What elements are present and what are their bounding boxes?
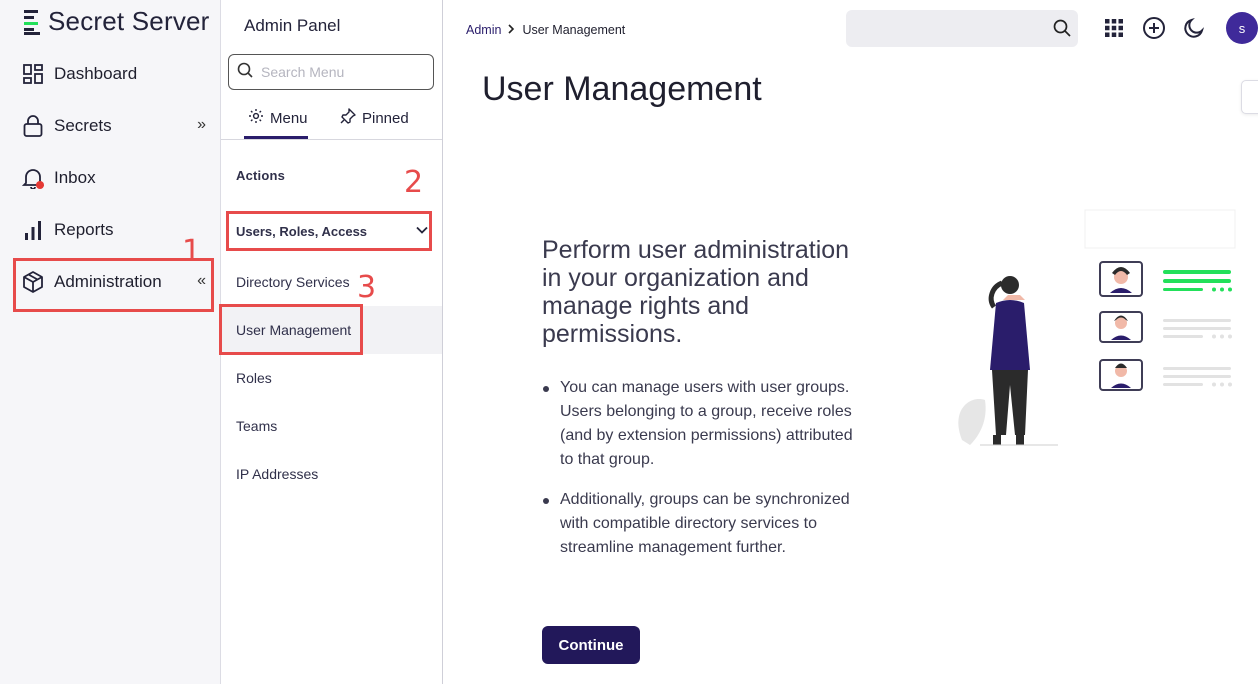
side-panel-toggle[interactable] <box>1241 80 1258 114</box>
list-item: You can manage users with user groups. U… <box>542 376 862 472</box>
menu-item-ip-addresses[interactable]: IP Addresses <box>221 450 442 498</box>
annotation-box-3 <box>219 304 363 355</box>
menu-search-input[interactable] <box>261 64 421 80</box>
panel-tabs: Menu Pinned <box>221 104 442 140</box>
intro-bullet-list: You can manage users with user groups. U… <box>542 376 862 576</box>
list-item: Additionally, groups can be synchronized… <box>542 488 862 560</box>
expand-chevron-icon[interactable]: » <box>197 116 206 134</box>
nav-item-label: Inbox <box>54 168 96 187</box>
menu-search-box[interactable] <box>228 54 434 90</box>
profile-card-3 <box>1099 359 1143 391</box>
breadcrumb: Admin User Management <box>466 23 625 37</box>
nav-item-label: Secrets <box>54 116 112 135</box>
nav-item-secrets[interactable]: Secrets » <box>22 106 212 146</box>
dashboard-icon <box>22 63 44 85</box>
nav-item-dashboard[interactable]: Dashboard <box>22 54 212 94</box>
nav-item-label: Reports <box>54 220 114 239</box>
search-icon <box>237 62 253 83</box>
annotation-box-2 <box>226 211 432 251</box>
active-tab-indicator <box>244 136 308 139</box>
menu-item-label: Directory Services <box>236 274 350 290</box>
lock-icon <box>22 115 44 137</box>
tab-label: Pinned <box>362 109 409 127</box>
bell-icon <box>22 167 44 189</box>
add-circle-icon[interactable] <box>1142 16 1166 40</box>
panel-title: Admin Panel <box>244 16 341 35</box>
breadcrumb-admin-link[interactable]: Admin <box>466 23 501 37</box>
tab-menu[interactable]: Menu <box>248 108 308 128</box>
apps-grid-icon[interactable] <box>1102 16 1126 40</box>
profile-card-2 <box>1099 311 1143 343</box>
menu-item-label: Roles <box>236 370 272 386</box>
section-label-actions: Actions <box>236 168 286 183</box>
annotation-number-2: 2 <box>404 165 424 200</box>
menu-item-roles[interactable]: Roles <box>221 354 442 402</box>
dark-mode-moon-icon[interactable] <box>1182 16 1206 40</box>
breadcrumb-current: User Management <box>522 23 626 37</box>
bar-chart-icon <box>22 219 44 241</box>
menu-item-label: Teams <box>236 418 278 434</box>
nav-item-inbox[interactable]: Inbox <box>22 158 212 198</box>
page-title: User Management <box>482 70 762 108</box>
user-management-illustration <box>958 209 1236 446</box>
tab-pinned[interactable]: Pinned <box>340 108 409 128</box>
continue-button[interactable]: Continue <box>542 626 640 664</box>
chevron-right-icon <box>507 23 516 37</box>
profile-card-1 <box>1099 261 1143 297</box>
annotation-number-1: 1 <box>182 234 202 269</box>
brand-name: Secret Server <box>48 6 210 36</box>
gear-icon <box>248 108 264 128</box>
intro-headline: Perform user administration in your orga… <box>542 236 850 348</box>
user-avatar[interactable]: s <box>1226 12 1258 44</box>
nav-item-label: Dashboard <box>54 64 138 83</box>
global-search-input[interactable] <box>858 19 1048 35</box>
pin-icon <box>340 108 356 128</box>
menu-item-directory-services[interactable]: Directory Services <box>221 258 442 306</box>
global-search-box[interactable] <box>846 10 1078 47</box>
secret-server-logo-icon <box>24 9 40 35</box>
search-icon[interactable] <box>1052 18 1072 43</box>
menu-item-teams[interactable]: Teams <box>221 402 442 450</box>
menu-item-label: IP Addresses <box>236 466 319 482</box>
main-sidebar: Secret Server Dashboard Secrets » Inbox … <box>0 0 221 684</box>
annotation-number-3: 3 <box>357 270 377 305</box>
tab-label: Menu <box>270 109 308 127</box>
brand-logo[interactable]: Secret Server <box>22 6 210 37</box>
